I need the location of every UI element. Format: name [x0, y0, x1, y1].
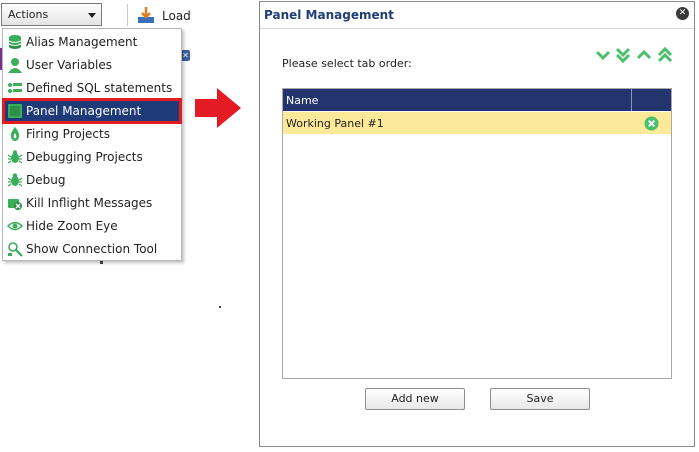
- menu-item-label: Show Connection Tool: [26, 242, 158, 256]
- menu-item-label: Firing Projects: [26, 127, 110, 141]
- menu-item-defined-sql[interactable]: Defined SQL statements: [4, 77, 180, 99]
- menu-item-label: Alias Management: [26, 35, 138, 49]
- caret-down-icon: [88, 13, 96, 18]
- load-button-label: Load: [162, 9, 191, 23]
- sql-list-icon: [8, 83, 22, 93]
- menu-item-alias-management[interactable]: Alias Management: [4, 31, 180, 53]
- connection-tool-icon: [8, 242, 23, 257]
- bug-icon: [7, 173, 23, 187]
- panel-management-dialog: Panel Management ✕ Please select tab ord…: [259, 1, 695, 447]
- menu-item-label: Hide Zoom Eye: [26, 219, 118, 233]
- menu-item-show-connection-tool[interactable]: Show Connection Tool: [4, 238, 180, 260]
- tab-order-label: Please select tab order:: [282, 57, 412, 70]
- menu-item-label: Debug: [26, 173, 66, 187]
- column-header-name: Name: [286, 94, 319, 107]
- menu-item-user-variables[interactable]: User Variables: [4, 54, 180, 76]
- toolbar-separator: [127, 4, 128, 26]
- bug-icon: [7, 150, 23, 164]
- close-icon[interactable]: ✕: [181, 50, 190, 61]
- add-new-button[interactable]: Add new: [365, 388, 465, 410]
- delete-icon[interactable]: [644, 116, 659, 131]
- actions-dropdown-label: Actions: [8, 8, 49, 21]
- menu-item-panel-management[interactable]: Panel Management: [2, 98, 182, 124]
- user-icon: [8, 58, 22, 73]
- right-arrow-icon: [195, 88, 241, 128]
- save-button[interactable]: Save: [490, 388, 590, 410]
- close-icon[interactable]: ✕: [676, 7, 689, 20]
- dialog-title: Panel Management: [264, 8, 394, 22]
- menu-item-debug[interactable]: Debug: [4, 169, 180, 191]
- menu-item-kill-inflight[interactable]: Kill Inflight Messages: [4, 192, 180, 214]
- menu-item-label: Panel Management: [26, 104, 142, 118]
- menu-item-label: Debugging Projects: [26, 150, 143, 164]
- menu-item-label: Defined SQL statements: [26, 81, 173, 95]
- actions-dropdown[interactable]: Actions: [1, 3, 102, 26]
- kill-messages-icon: [8, 199, 22, 210]
- move-top-icon[interactable]: [657, 47, 673, 63]
- eye-icon: [7, 221, 23, 231]
- panel-icon: [8, 104, 22, 118]
- order-controls: [595, 47, 675, 65]
- panels-table: Name Working Panel #1: [282, 88, 672, 379]
- flame-icon: [10, 127, 20, 141]
- menu-item-debugging-projects[interactable]: Debugging Projects: [4, 146, 180, 168]
- column-divider: [631, 89, 632, 111]
- menu-item-label: User Variables: [26, 58, 113, 72]
- menu-item-hide-zoom-eye[interactable]: Hide Zoom Eye: [4, 215, 180, 237]
- table-row[interactable]: Working Panel #1: [283, 112, 671, 134]
- title-divider: [260, 28, 694, 29]
- move-up-icon[interactable]: [636, 47, 652, 63]
- database-stack-icon: [8, 35, 22, 49]
- background-fragment: [219, 306, 221, 308]
- table-header: Name: [283, 89, 671, 111]
- row-name: Working Panel #1: [286, 117, 384, 130]
- actions-menu: Alias Management User Variables Defined …: [2, 28, 182, 261]
- download-icon: [138, 7, 154, 23]
- move-down-icon[interactable]: [595, 47, 611, 63]
- menu-item-firing-projects[interactable]: Firing Projects: [4, 123, 180, 145]
- move-bottom-icon[interactable]: [615, 47, 631, 63]
- menu-item-label: Kill Inflight Messages: [26, 196, 153, 210]
